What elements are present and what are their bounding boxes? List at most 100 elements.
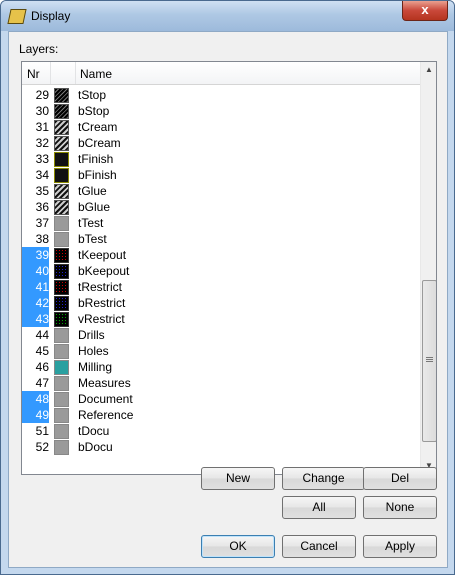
layer-row[interactable]: 45 Holes [22, 343, 420, 359]
layer-row[interactable]: 41 tRestrict [22, 279, 420, 295]
layer-color-swatch [54, 120, 69, 135]
layer-row[interactable]: 37 tTest [22, 215, 420, 231]
layer-number: 46 [35, 360, 49, 374]
display-dialog: Display x Layers: Nr Name 29 tStop 30 bStop… [0, 0, 455, 575]
layer-number: 31 [35, 120, 49, 134]
layer-row[interactable]: 29 tStop [22, 87, 420, 103]
layer-number: 42 [22, 295, 49, 311]
layer-color-swatch [54, 408, 69, 423]
layer-row[interactable]: 51 tDocu [22, 423, 420, 439]
layer-row[interactable]: 48 Document [22, 391, 420, 407]
layer-color-swatch [54, 104, 69, 119]
layer-number: 29 [35, 88, 49, 102]
layer-color-swatch [54, 200, 69, 215]
new-button[interactable]: New [201, 467, 275, 490]
scroll-thumb[interactable] [422, 280, 436, 442]
close-button[interactable]: x [402, 1, 448, 21]
layer-color-swatch [54, 136, 69, 151]
column-divider[interactable] [75, 62, 76, 84]
title-bar[interactable]: Display x [1, 1, 454, 31]
layers-rows: 29 tStop 30 bStop 31 tCream 32 bCream 33 tFinish 3… [22, 87, 420, 455]
layer-row[interactable]: 43 vRestrict [22, 311, 420, 327]
layer-row[interactable]: 42 bRestrict [22, 295, 420, 311]
layer-row[interactable]: 30 bStop [22, 103, 420, 119]
layer-color-swatch [54, 376, 69, 391]
layer-row[interactable]: 34 bFinish [22, 167, 420, 183]
layer-row[interactable]: 49 Reference [22, 407, 420, 423]
layer-number: 45 [35, 344, 49, 358]
layer-row[interactable]: 52 bDocu [22, 439, 420, 455]
layer-name: bTest [78, 232, 107, 246]
layer-color-swatch [54, 296, 69, 311]
list-header: Nr Name [22, 62, 420, 85]
layer-number: 44 [35, 328, 49, 342]
layer-row[interactable]: 47 Measures [22, 375, 420, 391]
layer-color-swatch [54, 152, 69, 167]
layer-row[interactable]: 35 tGlue [22, 183, 420, 199]
column-header-name[interactable]: Name [80, 67, 112, 81]
layer-color-swatch [54, 280, 69, 295]
layer-name: Reference [78, 408, 134, 422]
scroll-up-arrow-icon[interactable]: ▲ [421, 62, 436, 78]
layer-row[interactable]: 40 bKeepout [22, 263, 420, 279]
layer-color-swatch [54, 440, 69, 455]
layer-color-swatch [54, 360, 69, 375]
layer-row[interactable]: 31 tCream [22, 119, 420, 135]
layer-name: Measures [78, 376, 131, 390]
layer-row[interactable]: 36 bGlue [22, 199, 420, 215]
change-button[interactable]: Change [282, 467, 365, 490]
layer-color-swatch [54, 184, 69, 199]
column-divider[interactable] [50, 62, 51, 84]
layers-list[interactable]: Nr Name 29 tStop 30 bStop 31 tCream 32 bCream 33… [21, 61, 437, 475]
layer-number: 39 [22, 247, 49, 263]
layer-number: 49 [22, 407, 49, 423]
layer-name: tStop [78, 88, 107, 102]
cancel-button[interactable]: Cancel [282, 535, 356, 558]
layer-name: vRestrict [78, 312, 125, 326]
layer-name: bStop [78, 104, 110, 118]
layer-name: tTest [78, 216, 104, 230]
ok-button[interactable]: OK [201, 535, 275, 558]
layer-color-swatch [54, 328, 69, 343]
layer-number: 33 [35, 152, 49, 166]
layer-name: tCream [78, 120, 118, 134]
layer-number: 38 [35, 232, 49, 246]
all-button[interactable]: All [282, 496, 356, 519]
layer-row[interactable]: 46 Milling [22, 359, 420, 375]
layer-number: 48 [22, 391, 49, 407]
layer-color-swatch [54, 248, 69, 263]
layer-row[interactable]: 39 tKeepout [22, 247, 420, 263]
layer-row[interactable]: 38 bTest [22, 231, 420, 247]
column-header-nr[interactable]: Nr [27, 67, 40, 81]
layer-row[interactable]: 32 bCream [22, 135, 420, 151]
layer-row[interactable]: 44 Drills [22, 327, 420, 343]
layers-icon [7, 9, 27, 24]
dialog-body: Layers: Nr Name 29 tStop 30 bStop 31 tCream 32… [8, 31, 448, 568]
layer-name: Milling [78, 360, 113, 374]
apply-button[interactable]: Apply [363, 535, 437, 558]
layer-name: tDocu [78, 424, 110, 438]
layer-color-swatch [54, 344, 69, 359]
del-button[interactable]: Del [363, 467, 437, 490]
layer-color-swatch [54, 88, 69, 103]
layer-color-swatch [54, 232, 69, 247]
window-title: Display [31, 9, 71, 23]
none-button[interactable]: None [363, 496, 437, 519]
layer-number: 47 [35, 376, 49, 390]
layer-number: 40 [22, 263, 49, 279]
layer-name: Drills [78, 328, 105, 342]
layer-color-swatch [54, 216, 69, 231]
layer-name: Holes [78, 344, 109, 358]
layer-name: bGlue [78, 200, 111, 214]
layer-name: tFinish [78, 152, 114, 166]
layer-number: 32 [35, 136, 49, 150]
layer-row[interactable]: 33 tFinish [22, 151, 420, 167]
layer-color-swatch [54, 424, 69, 439]
layer-number: 43 [22, 311, 49, 327]
layer-number: 34 [35, 168, 49, 182]
vertical-scrollbar[interactable]: ▲ ▼ [420, 62, 436, 474]
layer-name: Document [78, 392, 133, 406]
layer-color-swatch [54, 392, 69, 407]
layer-name: bRestrict [78, 296, 126, 310]
layer-number: 51 [35, 424, 49, 438]
